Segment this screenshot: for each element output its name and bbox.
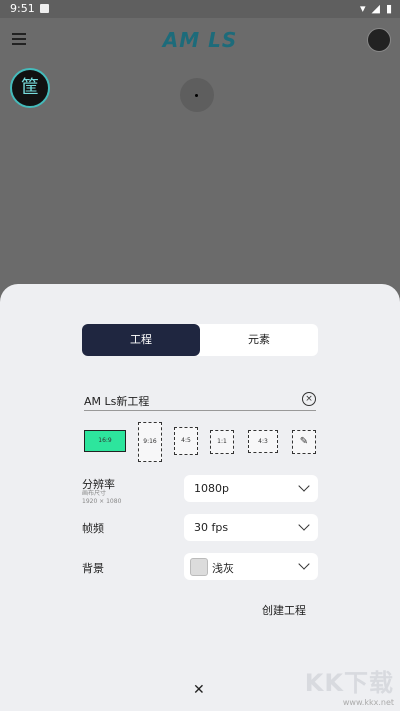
chevron-down-icon	[298, 558, 310, 570]
background-value: 浅灰	[212, 562, 234, 575]
app-bar: AM LS	[0, 18, 400, 64]
fps-select[interactable]: 30 fps	[184, 514, 318, 541]
chevron-down-icon	[298, 480, 310, 492]
canvas-size-label: 画布尺寸	[82, 490, 107, 497]
tab-project[interactable]: 工程	[82, 324, 200, 356]
watermark-url: www.kkx.net	[342, 698, 394, 707]
background-label: 背景	[82, 562, 104, 575]
new-project-sheet: 工程 元素 AM Ls新工程 × 16:9 9:16 4:5 1:1 4:3 ✎…	[0, 284, 400, 711]
system-icons: ▾ ◢ ▮	[360, 2, 392, 15]
close-icon[interactable]: ✕	[193, 682, 205, 698]
aspect-ratio-selector: 16:9 9:16 4:5 1:1 4:3 ✎	[84, 422, 320, 462]
custom-ratio-edit-icon[interactable]: ✎	[292, 430, 316, 454]
ratio-4-3[interactable]: 4:3	[248, 430, 278, 453]
clear-icon[interactable]: ×	[302, 392, 316, 406]
project-name-value[interactable]: AM Ls新工程	[84, 395, 149, 408]
project-name-field[interactable]: AM Ls新工程 ×	[84, 390, 316, 411]
canvas-size-value: 1920 × 1080	[82, 498, 122, 505]
watermark-badge: 筐	[10, 68, 50, 108]
profile-icon[interactable]	[367, 28, 391, 52]
resolution-select[interactable]: 1080p	[184, 475, 318, 502]
fps-label: 帧频	[82, 522, 104, 535]
resolution-value: 1080p	[194, 482, 229, 495]
battery-icon: ▮	[385, 2, 392, 15]
loading-indicator	[180, 78, 214, 112]
tab-elements[interactable]: 元素	[200, 324, 318, 356]
ratio-4-5[interactable]: 4:5	[174, 427, 198, 455]
color-swatch	[190, 558, 208, 576]
ratio-1-1[interactable]: 1:1	[210, 430, 234, 454]
watermark: KK下载 www.kkx.net	[305, 663, 394, 707]
app-logo: AM LS	[162, 28, 238, 52]
tab-switcher: 工程 元素	[82, 324, 318, 356]
ratio-9-16[interactable]: 9:16	[138, 422, 162, 462]
background-select[interactable]: 浅灰	[184, 553, 318, 580]
status-bar: 9:51 ▾ ◢ ▮	[0, 0, 400, 18]
fps-value: 30 fps	[194, 521, 229, 534]
signal-icon: ◢	[371, 2, 380, 15]
notification-icon	[40, 4, 49, 13]
ratio-16-9[interactable]: 16:9	[84, 430, 126, 452]
wifi-icon: ▾	[359, 2, 366, 15]
watermark-brand: KK下载	[304, 669, 394, 697]
chevron-down-icon	[298, 519, 310, 531]
create-project-button[interactable]: 创建工程	[262, 602, 306, 618]
status-time: 9:51	[10, 2, 35, 15]
